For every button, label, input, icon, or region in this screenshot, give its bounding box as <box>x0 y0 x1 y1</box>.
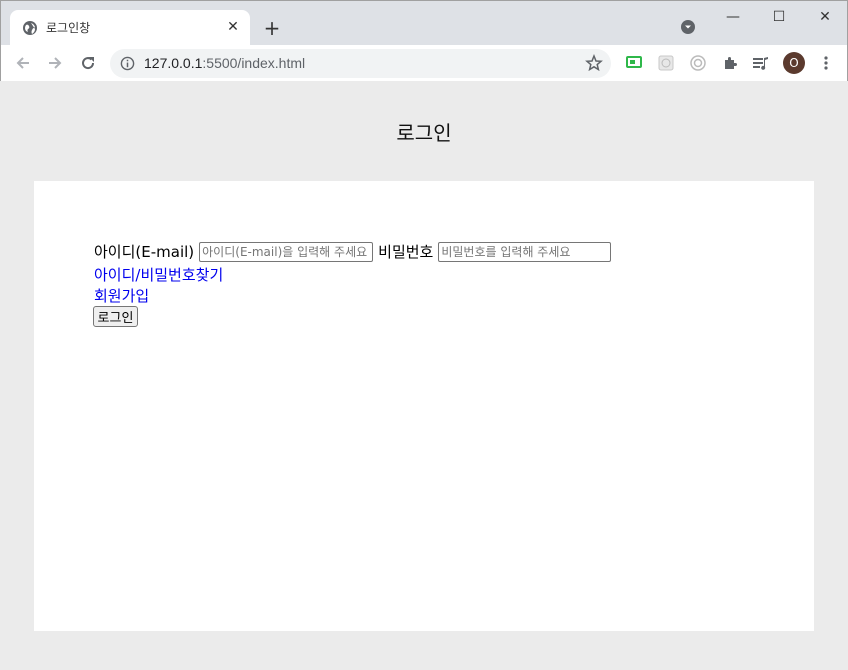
forward-button[interactable] <box>43 51 67 75</box>
login-form-row: 아이디(E-mail) 비밀번호 <box>94 241 612 262</box>
minimize-button[interactable]: — <box>723 7 743 27</box>
page-viewport: 로그인 아이디(E-mail) 비밀번호 아이디/비밀번호찾기 회원가입 로그인 <box>0 81 848 670</box>
login-button[interactable]: 로그인 <box>93 306 138 327</box>
url-text: 127.0.0.1:5500/index.html <box>144 55 305 71</box>
back-button[interactable] <box>11 51 35 75</box>
browser-tab[interactable]: 로그인창 ✕ <box>10 10 250 45</box>
password-label: 비밀번호 <box>378 243 434 261</box>
info-icon[interactable] <box>120 56 135 71</box>
id-label: 아이디(E-mail) <box>94 243 195 261</box>
find-account-link[interactable]: 아이디/비밀번호찾기 <box>94 264 223 285</box>
url-host: 127.0.0.1 <box>144 55 203 71</box>
id-input[interactable] <box>199 241 374 262</box>
media-control-icon[interactable] <box>752 54 770 72</box>
url-path: :5500/index.html <box>202 55 306 71</box>
puzzle-icon[interactable] <box>721 54 739 72</box>
new-tab-button[interactable]: + <box>260 16 284 40</box>
password-input[interactable] <box>438 241 612 262</box>
browser-toolbar: 127.0.0.1:5500/index.html O <box>1 45 847 82</box>
close-window-button[interactable]: ✕ <box>815 7 835 27</box>
maximize-button[interactable]: ☐ <box>769 7 789 27</box>
extension-green-icon[interactable] <box>625 54 643 72</box>
extension-grid-icon[interactable] <box>657 54 675 72</box>
close-tab-icon[interactable]: ✕ <box>224 18 242 36</box>
extension-target-icon[interactable] <box>689 54 707 72</box>
arrow-right-icon <box>49 57 62 69</box>
tab-title: 로그인창 <box>46 21 91 35</box>
more-vert-icon[interactable] <box>817 54 835 72</box>
tab-strip: 로그인창 ✕ + — ☐ ✕ <box>1 1 847 45</box>
profile-avatar[interactable]: O <box>783 52 805 74</box>
signup-link[interactable]: 회원가입 <box>94 285 149 306</box>
address-bar[interactable]: 127.0.0.1:5500/index.html <box>110 49 611 78</box>
browser-chrome: 로그인창 ✕ + — ☐ ✕ 127.0.0.1:5500/index.html… <box>0 0 848 82</box>
reload-button[interactable] <box>76 51 100 75</box>
page-title: 로그인 <box>396 121 452 145</box>
login-card: 아이디(E-mail) 비밀번호 아이디/비밀번호찾기 회원가입 로그인 <box>34 181 814 631</box>
tab-search-icon[interactable] <box>680 19 696 35</box>
arrow-left-icon <box>16 57 29 69</box>
globe-icon <box>23 21 37 35</box>
star-icon[interactable] <box>585 54 603 72</box>
reload-icon <box>82 57 95 70</box>
